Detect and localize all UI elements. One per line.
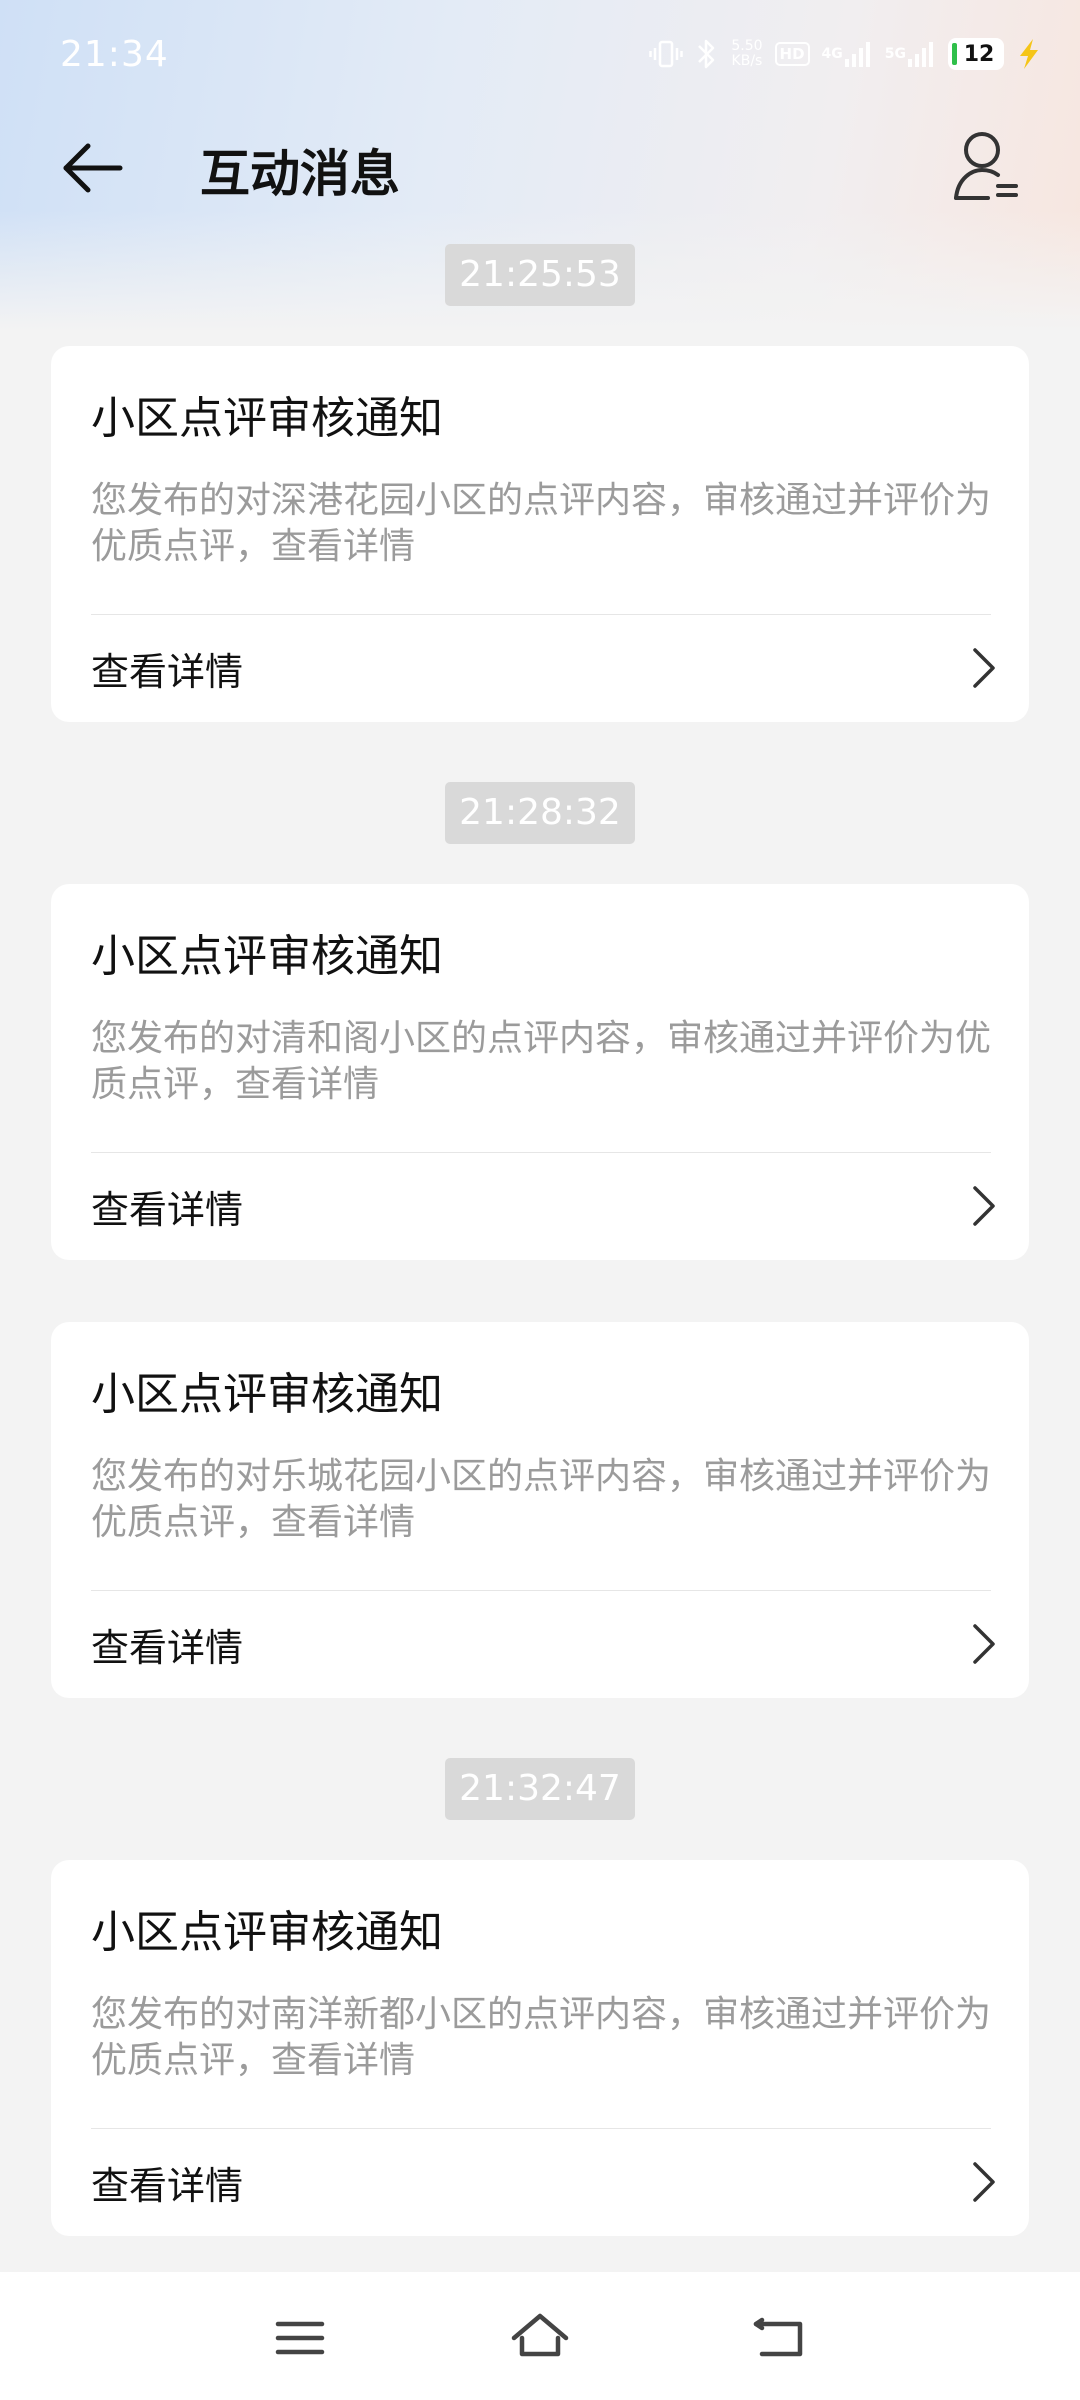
view-details-link[interactable]: 查看详情 (91, 1592, 999, 1696)
chevron-right-icon (973, 1624, 995, 1664)
message-title: 小区点评审核通知 (91, 931, 443, 982)
message-card: 小区点评审核通知 您发布的对清和阁小区的点评内容，审核通过并评价为优质点评，查看… (51, 884, 1029, 1260)
status-icons: 5.50 KB/s HD 4G 5G 12 (649, 32, 1042, 76)
message-feed: 21:25:53 小区点评审核通知 您发布的对深港花园小区的点评内容，审核通过并… (0, 244, 1080, 2236)
battery-level-bar (952, 43, 957, 65)
message-title: 小区点评审核通知 (91, 393, 443, 444)
menu-button[interactable] (268, 2306, 332, 2370)
network-speed-value: 5.50 (731, 38, 763, 54)
status-bar: 21:34 5.50 KB/s HD 4G 5G 12 (0, 0, 1080, 110)
system-nav-bar (0, 2272, 1080, 2400)
battery-icon: 12 (948, 38, 1004, 70)
card-divider (91, 614, 991, 615)
user-settings-icon (954, 132, 1018, 200)
page-title: 互动消息 (200, 145, 400, 203)
charging-icon (1016, 38, 1042, 70)
home-icon (511, 2313, 569, 2357)
message-card: 小区点评审核通知 您发布的对深港花园小区的点评内容，审核通过并评价为优质点评，查… (51, 346, 1029, 722)
message-body: 您发布的对南洋新都小区的点评内容，审核通过并评价为优质点评，查看详情 (91, 1994, 992, 2081)
chevron-right-icon (973, 648, 995, 688)
hd-call-icon: HD (774, 42, 810, 66)
view-details-link[interactable]: 查看详情 (91, 616, 999, 720)
network-speed-unit: KB/s (731, 53, 763, 69)
view-details-label: 查看详情 (91, 2163, 244, 2208)
card-divider (91, 1590, 991, 1591)
view-details-label: 查看详情 (91, 1625, 244, 1670)
menu-icon (275, 2321, 325, 2355)
back-icon (753, 2317, 803, 2357)
signal-4g-icon: 4G (822, 41, 873, 67)
network-4g-label: 4G (821, 46, 843, 62)
bluetooth-icon (695, 37, 719, 71)
signal-5g-icon: 5G (885, 41, 936, 67)
hd-label: HD (774, 42, 810, 66)
timestamp-row: 21:28:32 (0, 782, 1080, 844)
message-body: 您发布的对清和阁小区的点评内容，审核通过并评价为优质点评，查看详情 (91, 1018, 992, 1105)
message-timestamp: 21:25:53 (445, 244, 635, 306)
network-speed: 5.50 KB/s (731, 39, 762, 69)
back-button[interactable] (58, 138, 128, 198)
vibrate-icon (649, 39, 684, 69)
view-details-label: 查看详情 (91, 649, 244, 694)
app-header: 互动消息 (0, 120, 1080, 216)
message-timestamp: 21:28:32 (445, 782, 635, 844)
message-title: 小区点评审核通知 (91, 1907, 443, 1958)
card-divider (91, 2128, 991, 2129)
chevron-right-icon (973, 1186, 995, 1226)
view-details-link[interactable]: 查看详情 (91, 1154, 999, 1258)
profile-settings-button[interactable] (952, 128, 1024, 208)
home-button[interactable] (508, 2306, 572, 2370)
message-title: 小区点评审核通知 (91, 1369, 443, 1420)
chevron-right-icon (973, 2162, 995, 2202)
status-time: 21:34 (60, 34, 169, 75)
arrow-left-icon (63, 143, 123, 193)
network-5g-label: 5G (884, 46, 906, 62)
timestamp-row: 21:32:47 (0, 1758, 1080, 1820)
message-body: 您发布的对深港花园小区的点评内容，审核通过并评价为优质点评，查看详情 (91, 480, 992, 567)
battery-level: 12 (963, 41, 995, 67)
message-timestamp: 21:32:47 (445, 1758, 635, 1820)
view-details-link[interactable]: 查看详情 (91, 2130, 999, 2234)
message-body: 您发布的对乐城花园小区的点评内容，审核通过并评价为优质点评，查看详情 (91, 1456, 992, 1543)
system-back-button[interactable] (748, 2306, 812, 2370)
view-details-label: 查看详情 (91, 1187, 244, 1232)
message-card: 小区点评审核通知 您发布的对南洋新都小区的点评内容，审核通过并评价为优质点评，查… (51, 1860, 1029, 2236)
message-card: 小区点评审核通知 您发布的对乐城花园小区的点评内容，审核通过并评价为优质点评，查… (51, 1322, 1029, 1698)
timestamp-row: 21:25:53 (0, 244, 1080, 306)
card-divider (91, 1152, 991, 1153)
